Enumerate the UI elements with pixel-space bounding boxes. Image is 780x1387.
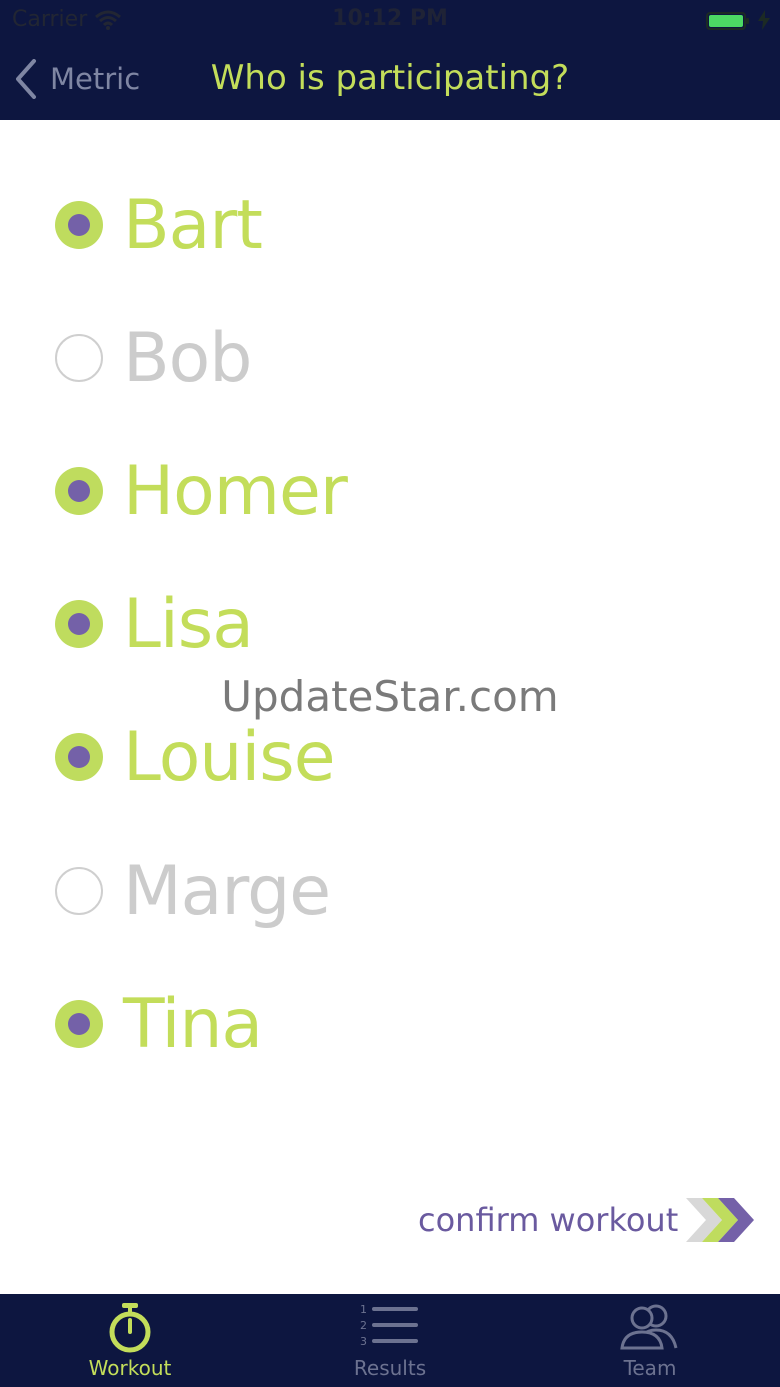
participant-name: Marge: [123, 851, 331, 931]
participant-row-bob[interactable]: Bob: [55, 303, 655, 413]
radio-selected-icon[interactable]: [55, 733, 103, 781]
svg-text:2: 2: [360, 1319, 367, 1332]
svg-text:1: 1: [360, 1303, 367, 1316]
confirm-workout-label: confirm workout: [418, 1201, 679, 1239]
participant-name: Louise: [123, 717, 336, 797]
team-icon: [620, 1304, 678, 1350]
svg-text:3: 3: [360, 1335, 367, 1348]
radio-selected-icon[interactable]: [55, 467, 103, 515]
participant-name: Tina: [123, 984, 263, 1064]
participant-name: Bart: [123, 185, 263, 265]
tab-bar: Workout 1 2 3 Results Team: [0, 1294, 780, 1387]
ranked-list-icon: 1 2 3: [360, 1303, 418, 1348]
participant-row-tina[interactable]: Tina: [55, 969, 655, 1079]
status-bar: Carrier 10:12 PM: [0, 0, 780, 40]
tab-results-label: Results: [353, 1356, 427, 1380]
watermark: UpdateStar.com: [221, 672, 559, 721]
participant-name: Bob: [123, 318, 252, 398]
participant-row-bart[interactable]: Bart: [55, 170, 655, 280]
participant-name: Homer: [123, 451, 348, 531]
tab-workout[interactable]: Workout: [30, 1294, 230, 1387]
tab-team-label: Team: [623, 1356, 677, 1380]
radio-selected-icon[interactable]: [55, 600, 103, 648]
participant-row-marge[interactable]: Marge: [55, 836, 655, 946]
participant-row-homer[interactable]: Homer: [55, 436, 655, 546]
radio-unselected-icon[interactable]: [55, 867, 103, 915]
tab-results[interactable]: 1 2 3 Results: [290, 1294, 490, 1387]
tab-workout-label: Workout: [88, 1356, 172, 1380]
radio-selected-icon[interactable]: [55, 1000, 103, 1048]
tab-team[interactable]: Team: [550, 1294, 750, 1387]
confirm-workout-button[interactable]: confirm workout: [418, 1190, 758, 1250]
radio-unselected-icon[interactable]: [55, 334, 103, 382]
triple-chevron-right-icon: [686, 1198, 755, 1242]
participant-row-lisa[interactable]: Lisa: [55, 569, 655, 679]
charging-bolt-icon: [758, 10, 770, 30]
participant-name: Lisa: [123, 584, 254, 664]
battery-icon: [706, 12, 749, 30]
radio-selected-icon[interactable]: [55, 201, 103, 249]
navigation-header: Carrier 10:12 PM Metric Who is participa…: [0, 0, 780, 120]
stopwatch-icon: [109, 1303, 151, 1353]
status-time: 10:12 PM: [332, 6, 448, 31]
page-title: Who is participating?: [210, 58, 570, 98]
